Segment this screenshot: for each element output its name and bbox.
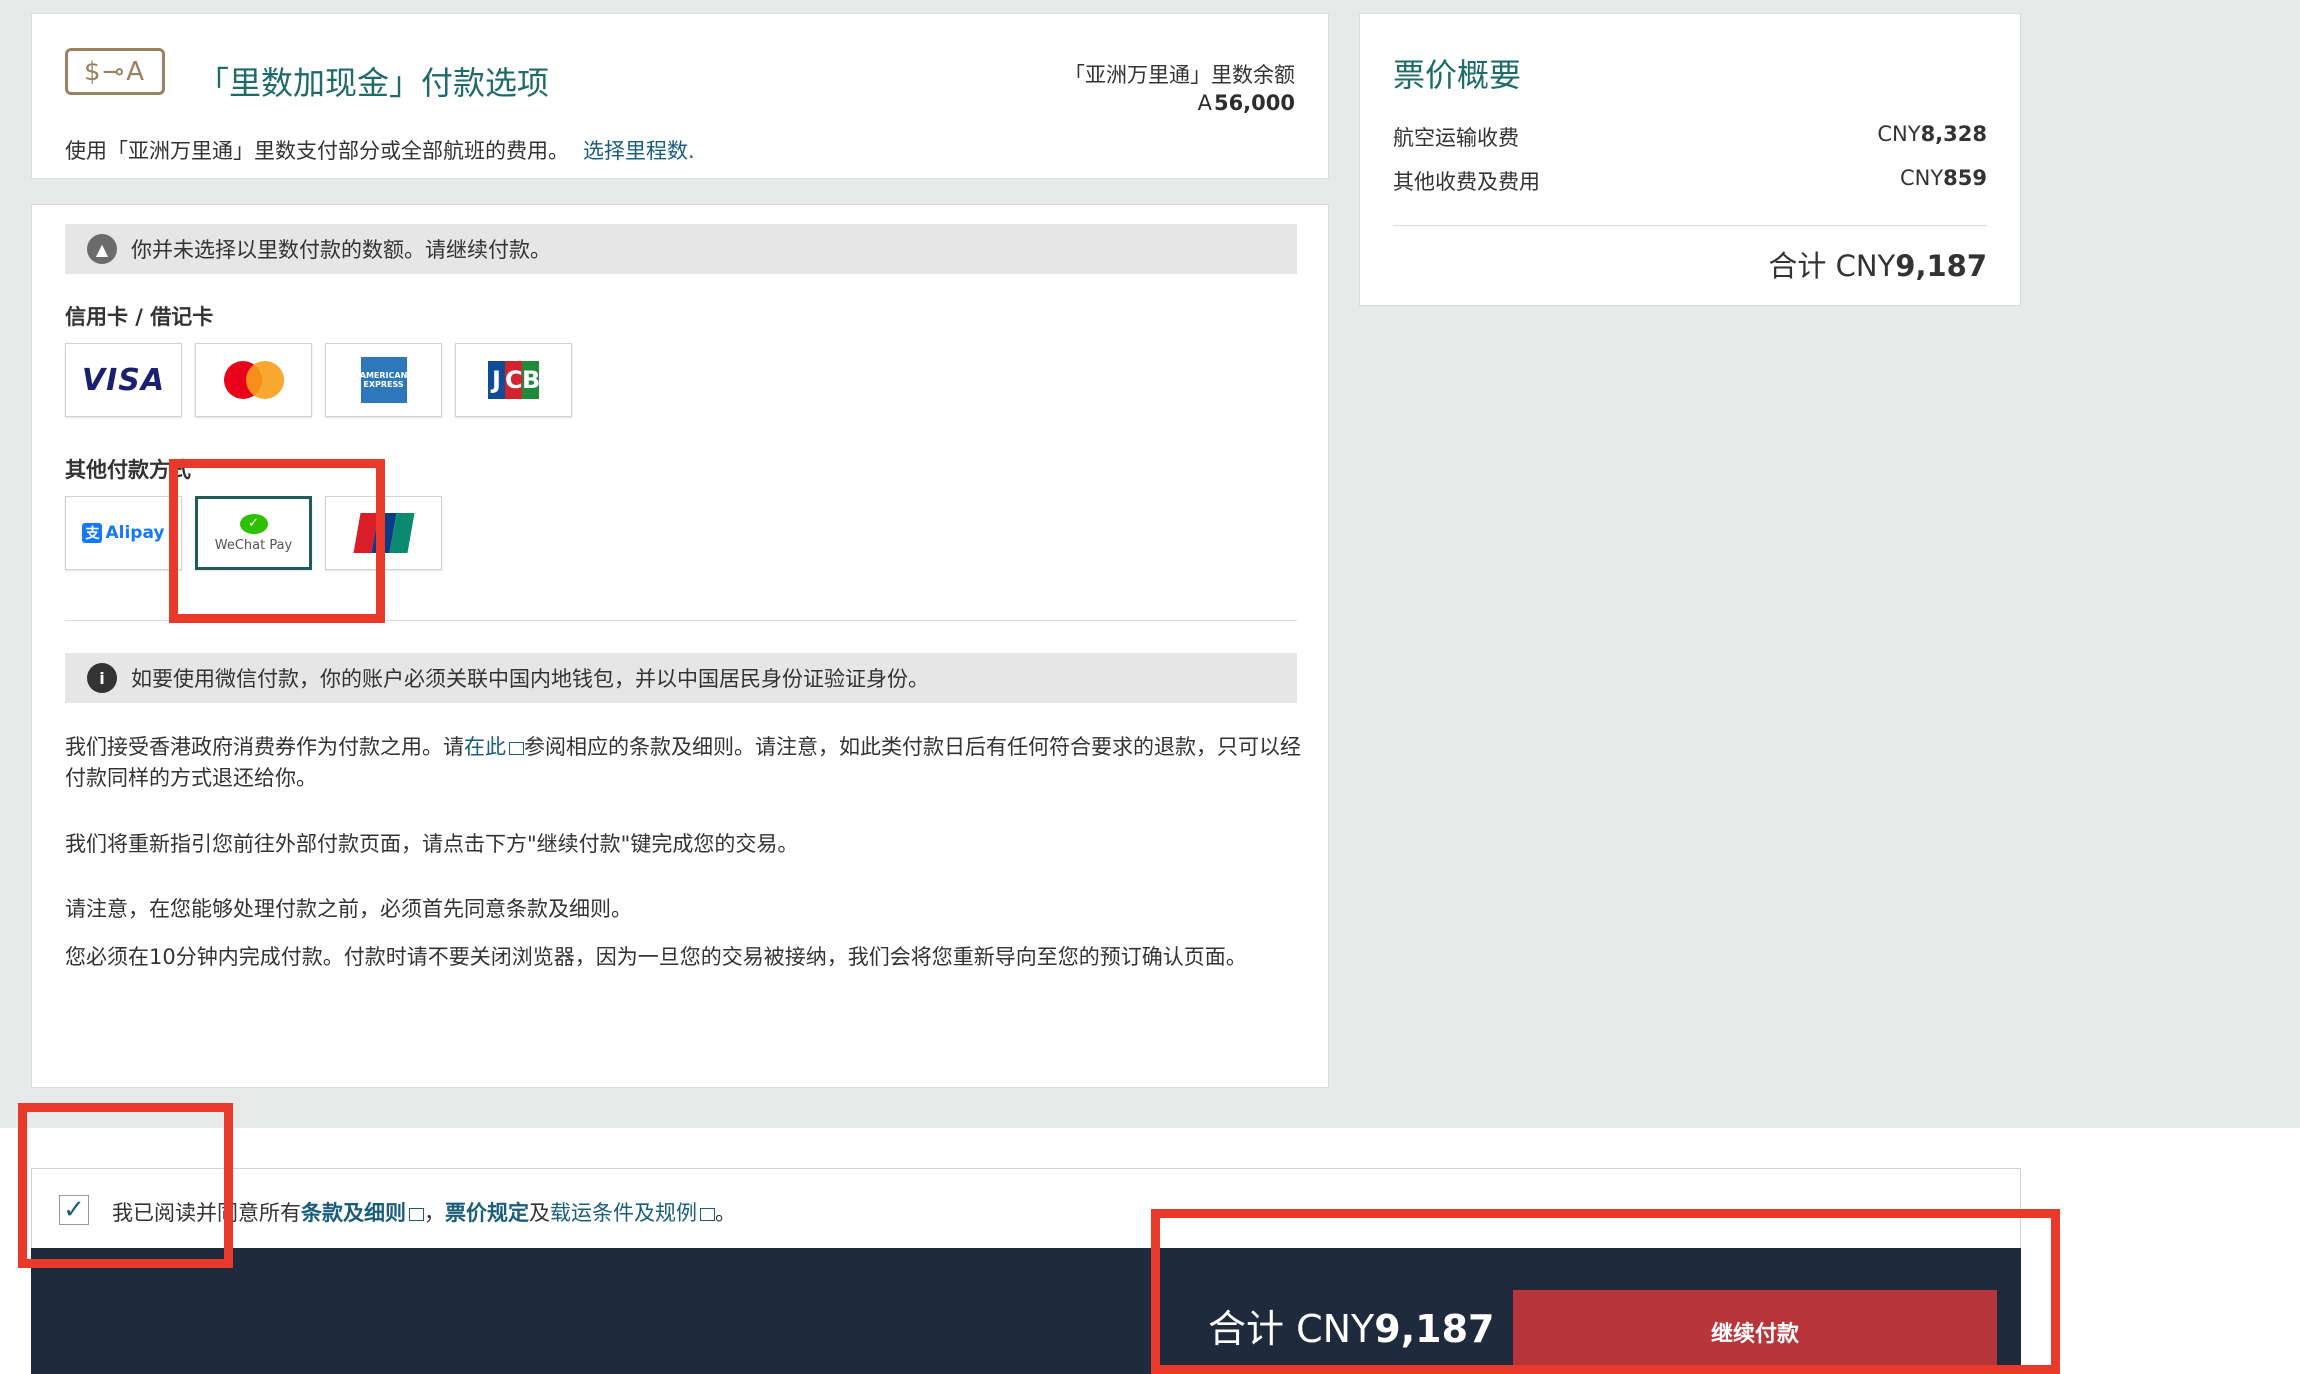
mastercard-logo [223, 361, 284, 399]
terms-agreement-box: ✓ 我已阅读并同意所有条款及细则 ，票价规定及载运条件及规例。 [31, 1168, 2021, 1248]
miles-notice-text: 你并未选择以里数付款的数额。请继续付款。 [131, 238, 551, 262]
wechat-check-icon: ✓ [239, 513, 268, 534]
warning-icon: ▲ [87, 234, 117, 264]
visa-logo: VISA [81, 362, 166, 398]
visa-option[interactable]: VISA [65, 343, 182, 417]
external-link-icon [509, 741, 524, 755]
summary-divider [1393, 225, 1987, 226]
fare-summary-card: 票价概要 航空运输收费 CNY8,328 其他收费及费用 CNY859 合计 C… [1359, 13, 2021, 306]
wechat-pay-logo: ✓ WeChat Pay [215, 513, 292, 553]
external-link-icon [409, 1207, 424, 1221]
miles-cash-description-text: 使用「亚洲万里通」里数支付部分或全部航班的费用。 [65, 139, 569, 163]
other-charges-label: 其他收费及费用 [1393, 170, 1540, 194]
summary-total: 合计 CNY9,187 [1768, 249, 1987, 283]
alipay-logo: 支 Alipay [82, 523, 165, 543]
fare-rules-link[interactable]: 票价规定 [445, 1201, 529, 1225]
miles-cash-description: 使用「亚洲万里通」里数支付部分或全部航班的费用。 选择里程数. [65, 135, 695, 165]
amex-logo: AMERICAN EXPRESS [360, 357, 407, 403]
wechat-info-text: 如要使用微信付款，你的账户必须关联中国内地钱包，并以中国居民身份证验证身份。 [131, 667, 929, 691]
amex-option[interactable]: AMERICAN EXPRESS [325, 343, 442, 417]
jcb-option[interactable]: JCB [455, 343, 572, 417]
voucher-paragraph: 我们接受香港政府消费券作为付款之用。请在此 参阅相应的条款及细则。请注意，如此类付… [65, 735, 1301, 790]
wechat-info-notice: i 如要使用微信付款，你的账户必须关联中国内地钱包，并以中国居民身份证验证身份。 [65, 653, 1297, 703]
checkout-total: 合计 CNY9,187 [1208, 1307, 1495, 1351]
terms-checkbox[interactable]: ✓ [59, 1195, 89, 1225]
time-limit-paragraph: 您必须在10分钟内完成付款。付款时请不要关闭浏览器，因为一旦您的交易被接纳，我们… [65, 945, 1247, 969]
miles-balance-amount: 56,000 [1213, 91, 1295, 115]
other-charges-value: CNY859 [1899, 166, 1987, 190]
redirect-paragraph: 我们将重新指引您前往外部付款页面，请点击下方"继续付款"键完成您的交易。 [65, 832, 799, 856]
select-miles-link[interactable]: 选择里程数. [583, 139, 695, 163]
air-fare-row: 航空运输收费 CNY8,328 [1393, 122, 1987, 152]
fare-summary-title: 票价概要 [1393, 56, 1522, 94]
section-divider [65, 620, 1297, 621]
info-icon: i [87, 663, 117, 693]
miles-cash-icon: $⊸A [65, 48, 165, 95]
voucher-terms-link[interactable]: 在此 [464, 735, 506, 759]
conditions-of-carriage-link[interactable]: 载运条件及规例 [550, 1201, 697, 1225]
other-charges-row: 其他收费及费用 CNY859 [1393, 166, 1987, 196]
alipay-icon: 支 [82, 523, 103, 543]
miles-balance-label: 「亚洲万里通」里数余额 [1064, 63, 1295, 87]
air-fare-value: CNY8,328 [1877, 122, 1987, 146]
jcb-logo: JCB [488, 361, 540, 399]
asia-miles-icon: A [1197, 91, 1212, 115]
mastercard-option[interactable] [195, 343, 312, 417]
payment-methods-card: ▲ 你并未选择以里数付款的数额。请继续付款。 信用卡 / 借记卡 VISA AM… [31, 204, 1329, 1088]
air-fare-label: 航空运输收费 [1393, 126, 1519, 150]
other-methods-label: 其他付款方式 [65, 458, 191, 482]
alipay-option[interactable]: 支 Alipay [65, 496, 182, 570]
agree-note-paragraph: 请注意，在您能够处理付款之前，必须首先同意条款及细则。 [65, 897, 632, 921]
unionpay-logo [352, 513, 415, 553]
unionpay-option[interactable] [325, 496, 442, 570]
terms-conditions-link[interactable]: 条款及细则 [301, 1201, 406, 1225]
external-link-icon [700, 1207, 715, 1221]
miles-balance-value: A56,000 [1198, 91, 1295, 115]
terms-text: 我已阅读并同意所有条款及细则 ，票价规定及载运条件及规例。 [112, 1201, 736, 1225]
checkout-bar: 合计 CNY9,187 继续付款 [31, 1248, 2021, 1374]
cards-section-label: 信用卡 / 借记卡 [65, 305, 214, 329]
wechat-pay-option[interactable]: ✓ WeChat Pay [195, 496, 312, 570]
miles-cash-card: $⊸A 「里数加现金」付款选项 使用「亚洲万里通」里数支付部分或全部航班的费用。… [31, 13, 1329, 179]
miles-notice: ▲ 你并未选择以里数付款的数额。请继续付款。 [65, 224, 1297, 274]
continue-payment-button[interactable]: 继续付款 [1513, 1290, 1997, 1374]
miles-cash-title: 「里数加现金」付款选项 [197, 64, 550, 102]
